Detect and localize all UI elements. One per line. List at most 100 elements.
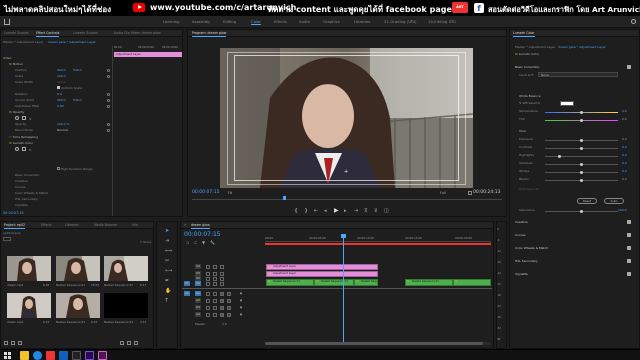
solo-icon[interactable]: S <box>227 313 231 317</box>
basic-correction-checkbox[interactable] <box>627 65 631 69</box>
temperature-thumb[interactable] <box>580 110 583 114</box>
toggle-sync-icon[interactable] <box>213 277 217 281</box>
color-wheels-checkbox[interactable] <box>627 246 631 250</box>
timeline-playhead[interactable] <box>343 234 344 342</box>
toggle-lock-icon[interactable] <box>206 277 210 281</box>
search-field-icon[interactable] <box>3 237 11 241</box>
selection-tool-icon[interactable]: ➤ <box>165 228 169 234</box>
ec-rotation-value[interactable]: 0.0 <box>57 92 62 96</box>
timeline-ruler[interactable]: 00:00 00:00:05:00 00:00:10:00 00:00:15:0… <box>265 234 491 242</box>
saturation-thumb[interactable] <box>580 209 583 213</box>
toggle-lock-icon[interactable] <box>206 299 210 303</box>
hdr-checkbox[interactable] <box>57 167 60 170</box>
tab-lumetri-scopes[interactable]: Lumetri Scopes <box>73 31 98 35</box>
new-bin-icon[interactable] <box>120 341 124 345</box>
mute-icon[interactable]: M <box>220 306 224 310</box>
export-frame-icon[interactable]: ◫ <box>384 208 389 214</box>
linked-selection-icon[interactable]: ⊂ <box>194 240 197 245</box>
tab-audio-clip-mixer[interactable]: Audio Clip Mixer: dream glow <box>114 31 161 35</box>
timeline-scrollbar[interactable] <box>265 342 491 345</box>
track-label-a3[interactable]: A3 <box>195 305 201 310</box>
ripple-edit-tool-icon[interactable]: ⟺ <box>165 248 172 254</box>
vignette-checkbox[interactable] <box>627 272 631 276</box>
chrome-icon[interactable] <box>33 351 42 360</box>
tab-lumetri-scopes-left[interactable]: Lumetri Scopes <box>4 31 29 35</box>
ec-motion[interactable]: fx Motion <box>9 62 23 67</box>
saturation-value[interactable]: 100.0 <box>618 208 627 212</box>
keyframe-toggle-icon[interactable] <box>107 75 110 78</box>
keyframe-toggle-icon[interactable] <box>107 105 110 108</box>
tab-effect-controls[interactable]: Effect Controls <box>36 31 60 37</box>
project-thumb-dream[interactable] <box>7 256 51 281</box>
highlights-slider[interactable] <box>545 156 618 157</box>
ec-scale-width-value[interactable]: 100.0 <box>57 80 66 84</box>
pen-tool-icon[interactable]: ✒ <box>165 278 169 284</box>
track-label-a2[interactable]: A2 <box>195 298 201 303</box>
wrench-icon[interactable] <box>468 191 472 195</box>
toggle-sync-icon[interactable] <box>213 282 217 286</box>
ec-creative[interactable]: Creative <box>15 179 28 184</box>
program-current-tc[interactable]: 00:00:07:15 <box>192 190 219 195</box>
tab-project[interactable]: Project: ep02 <box>4 223 26 229</box>
ec-position-y[interactable]: 540.0 <box>73 68 82 72</box>
hand-tool-icon[interactable]: ✋ <box>165 288 171 294</box>
highlights-value[interactable]: 0.0 <box>622 153 627 157</box>
project-thumb-nested-02[interactable] <box>104 256 148 281</box>
tint-value[interactable]: 0.0 <box>622 117 627 121</box>
ec-opacity-header[interactable]: fx Opacity <box>9 110 24 115</box>
shadows-thumb[interactable] <box>580 162 583 166</box>
lumetri-vignette[interactable]: Vignette <box>515 272 528 276</box>
lumetri-curves[interactable]: Curves <box>515 233 525 237</box>
ec-anchor-x[interactable]: 960.0 <box>57 98 66 102</box>
keyframe-toggle-icon[interactable] <box>107 99 110 102</box>
lumetri-breadcrumb-master[interactable]: Master * Adjustment Layer <box>515 45 555 49</box>
track-label-v1[interactable]: V1 <box>195 281 201 286</box>
ec-lumetri-color[interactable]: fx Lumetri Color <box>9 141 33 146</box>
mute-icon[interactable]: M <box>220 292 224 296</box>
lumetri-color-wheels[interactable]: Color Wheels & Match <box>515 246 548 250</box>
mark-out-icon[interactable]: ❵ <box>304 208 308 214</box>
ec-opacity-value[interactable]: 100.0 % <box>57 122 69 126</box>
reset-button[interactable]: Reset <box>577 198 597 204</box>
slip-tool-icon[interactable]: ⟷ <box>165 268 172 274</box>
ec-breadcrumb-master[interactable]: Master * Adjustment Layer <box>3 40 43 44</box>
source-patch-v1[interactable]: V1 <box>184 281 190 286</box>
razor-tool-icon[interactable]: ✂ <box>165 258 169 264</box>
workspace-tab-editing-custom[interactable]: 19-Editing ปรับ <box>428 19 456 25</box>
clip-nested-sequence[interactable]: Nested Sequence 01 <box>405 279 453 286</box>
toggle-eye-icon[interactable] <box>220 272 224 276</box>
ec-time-remap[interactable]: fx Time Remapping <box>9 135 38 140</box>
tint-thumb[interactable] <box>580 118 583 122</box>
workspace-tab-libraries[interactable]: Libraries <box>354 19 370 24</box>
tab-program[interactable]: Program: dream glow <box>192 31 227 37</box>
master-track-value[interactable]: 0.0 <box>222 322 227 326</box>
windows-start-icon[interactable] <box>4 352 11 359</box>
program-fit-dropdown[interactable]: Fit <box>228 191 232 195</box>
lumetri-basic-correction[interactable]: Basic Correction <box>515 65 539 69</box>
ec-vignette[interactable]: Vignette <box>15 203 28 208</box>
tab-media-browser[interactable]: Media Browser <box>94 223 118 227</box>
track-label-a4[interactable]: A4 <box>195 312 201 317</box>
track-label-v4[interactable]: V4 <box>195 264 201 269</box>
toggle-lock-icon[interactable] <box>206 272 210 276</box>
source-patch-a1[interactable]: A1 <box>184 291 190 296</box>
ec-breadcrumb-clip[interactable]: dream glow * Adjustment Layer <box>48 40 96 44</box>
mute-icon[interactable]: M <box>220 299 224 303</box>
snap-icon[interactable]: ⊃ <box>186 240 189 245</box>
workspace-tab-assembly[interactable]: Assembly <box>192 19 210 24</box>
app-icon[interactable] <box>59 351 68 360</box>
workspace-tab-learning[interactable]: Learning <box>163 19 179 24</box>
mark-in-icon[interactable]: ❴ <box>294 208 298 214</box>
voiceover-mic-icon[interactable]: ● <box>239 299 243 303</box>
type-tool-icon[interactable]: T <box>165 298 168 304</box>
toggle-sync-icon[interactable] <box>213 265 217 269</box>
blacks-value[interactable]: 0.0 <box>622 177 627 181</box>
project-thumb-nested-04[interactable] <box>104 293 148 318</box>
ec-hsl-secondary[interactable]: HSL Secondary <box>15 197 38 202</box>
solo-icon[interactable]: S <box>227 292 231 296</box>
home-icon[interactable] <box>4 19 10 25</box>
toggle-lock-icon[interactable] <box>206 292 210 296</box>
clip-adjustment-layer-v2[interactable]: Adjustment Layer <box>266 271 378 277</box>
playhead-handle[interactable] <box>341 234 346 238</box>
ec-curves[interactable]: Curves <box>15 185 25 190</box>
